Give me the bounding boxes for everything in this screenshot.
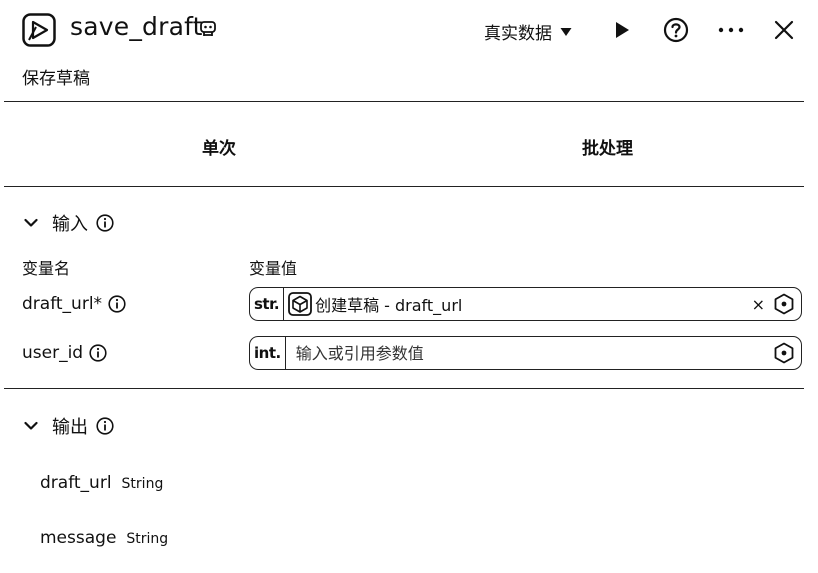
column-header-value: 变量值 [249, 259, 298, 278]
variable-reference-icon[interactable] [773, 342, 795, 364]
output-row: message String [40, 528, 168, 548]
reference-chip[interactable]: 创建草稿 - draft_url [288, 292, 462, 316]
output-section-title: 输出 [52, 417, 88, 438]
variable-name-label: user_id [22, 343, 84, 363]
variable-name-label: draft_url* [22, 294, 103, 314]
output-name: draft_url [40, 473, 112, 493]
tab-batch[interactable]: 批处理 [582, 134, 633, 159]
variable-name-user-id: user_id [22, 343, 107, 363]
divider [4, 186, 804, 187]
close-icon [774, 20, 794, 40]
info-icon [96, 214, 114, 232]
output-type: String [121, 476, 164, 492]
divider [4, 388, 804, 389]
draft-url-value-field[interactable]: str. 创建草稿 - draft_url × [249, 287, 802, 321]
user-id-value-field[interactable]: int. [249, 336, 802, 370]
output-section-header[interactable]: 输出 [24, 413, 114, 439]
run-button[interactable] [608, 16, 636, 44]
chevron-down-icon [24, 218, 38, 228]
robot-icon [198, 19, 218, 39]
play-icon [614, 21, 630, 39]
user-id-input[interactable] [285, 343, 773, 363]
help-button[interactable] [662, 16, 690, 44]
output-type: String [126, 531, 169, 547]
chevron-down-icon [24, 421, 38, 431]
caret-down-icon [560, 27, 572, 37]
divider [4, 101, 804, 102]
page-title: save_draft [70, 12, 203, 41]
more-button[interactable] [717, 16, 745, 44]
cube-icon [288, 292, 312, 316]
close-button[interactable] [770, 16, 798, 44]
type-tag: str. [250, 288, 285, 320]
data-source-select[interactable]: 真实数据 [484, 19, 572, 44]
variable-name-draft-url: draft_url* [22, 294, 126, 314]
output-name: message [40, 528, 117, 548]
app-icon [22, 13, 56, 47]
tab-single[interactable]: 单次 [202, 134, 236, 159]
type-tag: int. [250, 337, 286, 369]
data-source-label: 真实数据 [484, 24, 552, 44]
input-section-header[interactable]: 输入 [24, 210, 114, 236]
column-header-name: 变量名 [22, 259, 71, 278]
info-icon [108, 295, 126, 313]
variable-reference-icon[interactable] [773, 293, 795, 315]
reference-label: 创建草稿 - draft_url [315, 296, 463, 315]
input-section-title: 输入 [52, 214, 88, 235]
info-icon [96, 417, 114, 435]
page-subtitle: 保存草稿 [22, 69, 90, 89]
info-icon [89, 344, 107, 362]
more-icon [718, 27, 744, 33]
output-row: draft_url String [40, 473, 163, 493]
help-icon [663, 17, 689, 43]
clear-button[interactable]: × [752, 295, 765, 314]
